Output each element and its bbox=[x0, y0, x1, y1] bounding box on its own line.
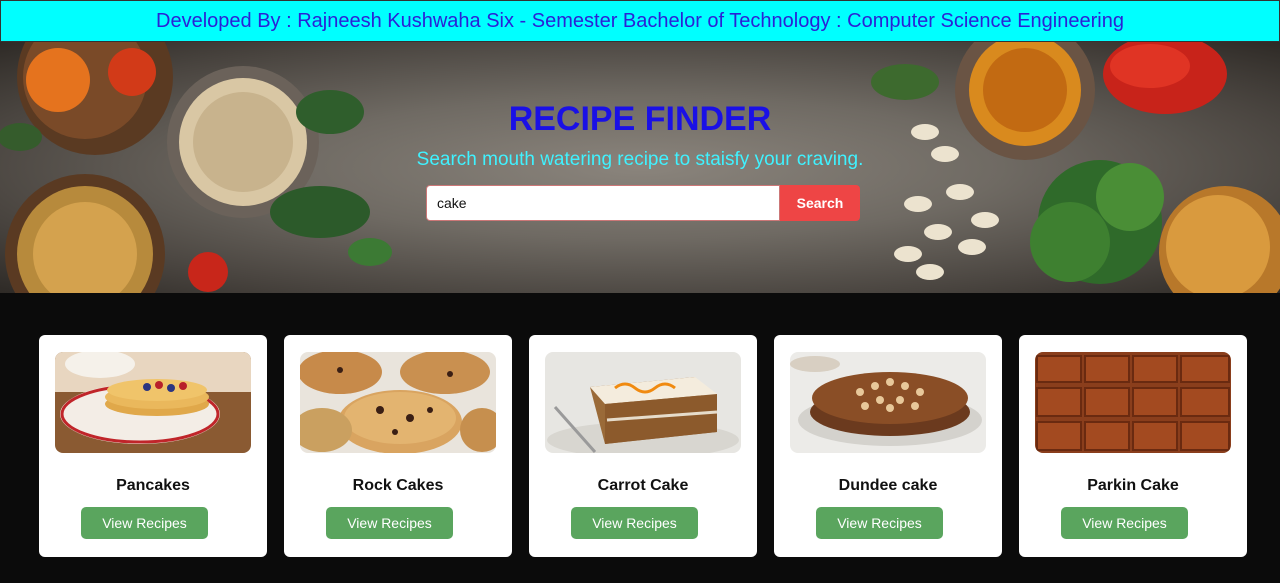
recipe-results: Pancakes View Recipes Rock Cakes View Re bbox=[0, 293, 1280, 583]
view-recipes-button[interactable]: View Recipes bbox=[816, 507, 943, 539]
recipe-image-parkin-cake bbox=[1035, 352, 1231, 453]
recipe-image-dundee-cake bbox=[790, 352, 986, 453]
developer-banner-text: Developed By : Rajneesh Kushwaha Six - S… bbox=[156, 9, 1124, 32]
view-recipes-button[interactable]: View Recipes bbox=[1061, 507, 1188, 539]
recipe-card: Dundee cake View Recipes bbox=[774, 335, 1002, 557]
developer-banner: Developed By : Rajneesh Kushwaha Six - S… bbox=[0, 0, 1280, 42]
view-recipes-button[interactable]: View Recipes bbox=[571, 507, 698, 539]
page-title: RECIPE FINDER bbox=[508, 100, 772, 138]
view-recipes-button[interactable]: View Recipes bbox=[81, 507, 208, 539]
recipe-card: Parkin Cake View Recipes bbox=[1019, 335, 1247, 557]
recipe-card: Carrot Cake View Recipes bbox=[529, 335, 757, 557]
recipe-name: Carrot Cake bbox=[597, 477, 689, 494]
recipe-image-pancakes bbox=[55, 352, 251, 453]
search-button[interactable]: Search bbox=[780, 185, 860, 221]
recipe-card: Pancakes View Recipes bbox=[39, 335, 267, 557]
recipe-name: Rock Cakes bbox=[352, 477, 444, 494]
recipe-card: Rock Cakes View Recipes bbox=[284, 335, 512, 557]
hero-section: RECIPE FINDER Search mouth watering reci… bbox=[0, 42, 1280, 293]
search-bar: Search bbox=[426, 185, 860, 221]
recipe-name: Dundee cake bbox=[838, 477, 938, 494]
recipe-image-carrot-cake bbox=[545, 352, 741, 453]
recipe-name: Parkin Cake bbox=[1087, 477, 1179, 494]
search-input[interactable] bbox=[426, 185, 780, 221]
page-subtitle: Search mouth watering recipe to staisfy … bbox=[416, 149, 864, 170]
view-recipes-button[interactable]: View Recipes bbox=[326, 507, 453, 539]
recipe-name: Pancakes bbox=[116, 477, 190, 494]
recipe-image-rock-cakes bbox=[300, 352, 496, 453]
